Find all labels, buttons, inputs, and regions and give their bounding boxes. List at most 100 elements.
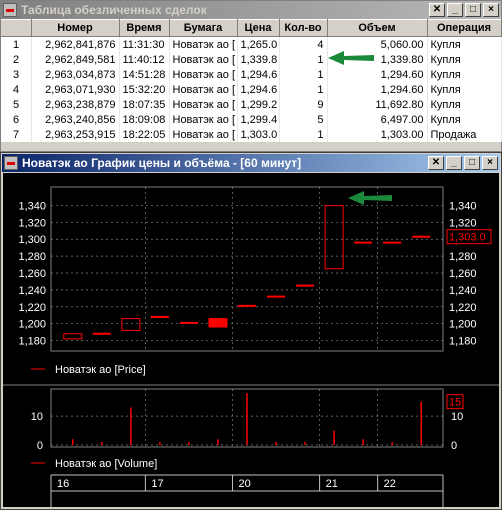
- column-header-security[interactable]: Бумага: [169, 19, 238, 37]
- table-cell-op: Купля: [427, 52, 502, 67]
- chart-maximize-button[interactable]: □: [464, 156, 480, 170]
- table-cell-security: Новатэк ао [: [169, 67, 238, 82]
- table-cell-price: 1,299.4: [237, 112, 280, 127]
- deals-window-titlebar[interactable]: Таблица обезличенных сделок ✕ _ □ ×: [1, 1, 501, 19]
- volume-panel: 10 10 0 0 15 Новатэк ао [Volume]: [31, 388, 464, 470]
- table-cell-number: 2,962,841,876: [31, 36, 120, 52]
- column-header-price[interactable]: Цена: [237, 19, 280, 37]
- chart-minimize-button[interactable]: _: [446, 156, 462, 170]
- chart-window-title: Новатэк ао График цены и объёма - [60 ми…: [22, 156, 302, 170]
- chart-area[interactable]: 1,3401,3401,3201,3201,3001,3001,2801,280…: [3, 173, 499, 507]
- table-cell-volume: 11,692.80: [327, 97, 428, 112]
- table-cell-qty: 1: [279, 52, 328, 67]
- minimize-button[interactable]: _: [447, 3, 463, 17]
- table-row[interactable]: 3 2,963,034,873 14:51:28 Новатэк ао [1,294.…: [1, 67, 502, 82]
- table-cell-time: 11:31:30: [119, 36, 170, 52]
- table-cell-security: Новатэк ао [: [169, 52, 238, 67]
- table-row[interactable]: 5 2,963,238,879 18:07:35 Новатэк ао [1,299.…: [1, 97, 502, 112]
- price-tick-label-left: 1,320: [18, 217, 46, 229]
- price-tick-label-right: 1,180: [449, 336, 477, 348]
- price-candle: [208, 318, 228, 328]
- chart-close-button[interactable]: ×: [482, 156, 498, 170]
- table-cell-volume: 1,303.00: [327, 127, 428, 142]
- chart-window[interactable]: Новатэк ао График цены и объёма - [60 ми…: [0, 152, 502, 510]
- deals-window-title: Таблица обезличенных сделок: [21, 3, 207, 17]
- table-cell-qty: 5: [279, 112, 328, 127]
- date-label: 16: [57, 478, 69, 490]
- table-cell-idx: 3: [1, 67, 32, 82]
- chart-app-icon: [4, 156, 18, 170]
- price-tick-label-left: 1,300: [18, 234, 46, 246]
- price-tick-label-right: 1,220: [449, 302, 477, 314]
- table-row[interactable]: 1 2,962,841,876 11:31:30 Новатэк ао [1,265.…: [1, 36, 502, 52]
- close-filter-icon[interactable]: ✕: [429, 3, 445, 17]
- table-cell-number: 2,963,253,915: [31, 127, 120, 142]
- date-axis: 16 17 20 21 22: [50, 474, 444, 507]
- current-volume-label: 15: [449, 397, 461, 409]
- table-cell-security: Новатэк ао [: [169, 36, 238, 52]
- table-cell-op: Купля: [427, 36, 502, 52]
- table-cell-price: 1,294.6: [237, 67, 280, 82]
- table-cell-time: 18:07:35: [119, 97, 170, 112]
- column-header-operation[interactable]: Операция: [427, 19, 502, 37]
- deals-table: Номер Время Бумага Цена Кол-во Объем Опе…: [1, 19, 502, 142]
- price-panel: 1,3401,3401,3201,3201,3001,3001,2801,280…: [3, 186, 499, 386]
- volume-legend: Новатэк ао [Volume]: [55, 458, 157, 470]
- table-row[interactable]: 2 2,962,849,581 11:40:12 Новатэк ао [1,339.…: [1, 52, 502, 67]
- price-tick-label-left: 1,220: [18, 302, 46, 314]
- table-cell-op: Купля: [427, 97, 502, 112]
- table-cell-number: 2,962,849,581: [31, 52, 120, 67]
- column-header-time[interactable]: Время: [119, 19, 170, 37]
- table-cell-qty: 1: [279, 67, 328, 82]
- price-tick-label-left: 1,200: [18, 319, 46, 331]
- table-cell-time: 11:40:12: [119, 52, 170, 67]
- chart-green-arrow-icon: [348, 191, 392, 205]
- price-frame: [50, 186, 444, 352]
- table-cell-idx: 1: [1, 36, 32, 52]
- table-cell-security: Новатэк ао [: [169, 127, 238, 142]
- green-arrow-icon: [328, 51, 374, 65]
- table-cell-volume: 1,294.60: [327, 67, 428, 82]
- price-legend: Новатэк ао [Price]: [55, 364, 146, 376]
- table-cell-op: Купля: [427, 82, 502, 97]
- deals-window[interactable]: Таблица обезличенных сделок ✕ _ □ × Номе…: [0, 0, 502, 152]
- table-cell-idx: 6: [1, 112, 32, 127]
- table-cell-number: 2,963,034,873: [31, 67, 120, 82]
- price-tick-label-right: 1,260: [449, 268, 477, 280]
- close-button[interactable]: ×: [483, 3, 499, 17]
- volume-tick-label-right: 10: [451, 411, 463, 423]
- table-cell-volume: 5,060.00: [327, 36, 428, 52]
- price-tick-label-left: 1,180: [18, 336, 46, 348]
- date-label: 17: [151, 478, 163, 490]
- chart-close-filter-icon[interactable]: ✕: [428, 156, 444, 170]
- date-label: 20: [238, 478, 250, 490]
- price-tick-label-left: 1,280: [18, 251, 46, 263]
- maximize-button[interactable]: □: [465, 3, 481, 17]
- table-row[interactable]: 4 2,963,071,930 15:32:20 Новатэк ао [1,294.…: [1, 82, 502, 97]
- table-cell-qty: 9: [279, 97, 328, 112]
- price-tick-label-left: 1,260: [18, 268, 46, 280]
- table-cell-idx: 5: [1, 97, 32, 112]
- table-cell-security: Новатэк ао [: [169, 97, 238, 112]
- table-cell-price: 1,339.8: [237, 52, 280, 67]
- column-header-qty[interactable]: Кол-во: [279, 19, 328, 37]
- column-header-volume[interactable]: Объем: [327, 19, 428, 37]
- table-cell-security: Новатэк ао [: [169, 112, 238, 127]
- chart-window-titlebar[interactable]: Новатэк ао График цены и объёма - [60 ми…: [2, 154, 500, 172]
- table-row[interactable]: 7 2,963,253,915 18:22:05 Новатэк ао [1,303.…: [1, 127, 502, 142]
- table-cell-idx: 4: [1, 82, 32, 97]
- table-cell-number: 2,963,238,879: [31, 97, 120, 112]
- volume-tick-label-left: 0: [37, 440, 43, 452]
- chart-svg[interactable]: 1,3401,3401,3201,3201,3001,3001,2801,280…: [3, 173, 499, 507]
- table-row[interactable]: 6 2,963,240,856 18:09:08 Новатэк ао [1,299.…: [1, 112, 502, 127]
- table-cell-time: 14:51:28: [119, 67, 170, 82]
- table-cell-op: Купля: [427, 67, 502, 82]
- price-tick-label-left: 1,240: [18, 285, 46, 297]
- price-tick-label-right: 1,240: [449, 285, 477, 297]
- table-cell-qty: 1: [279, 82, 328, 97]
- table-cell-price: 1,265.0: [237, 36, 280, 52]
- column-header-number[interactable]: Номер: [31, 19, 120, 37]
- table-cell-qty: 4: [279, 36, 328, 52]
- column-header-index[interactable]: [1, 19, 32, 37]
- date-label: 21: [326, 478, 338, 490]
